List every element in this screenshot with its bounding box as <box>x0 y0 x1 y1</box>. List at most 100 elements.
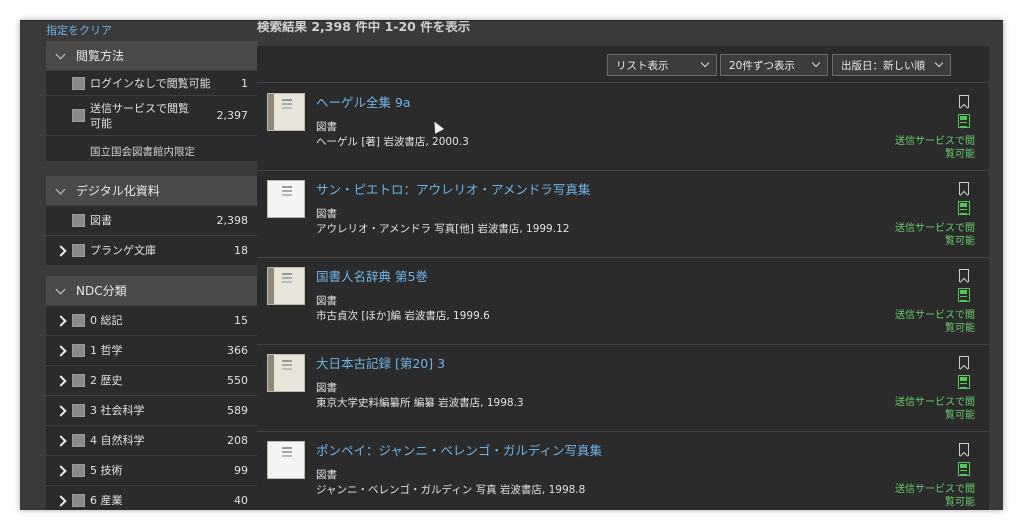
facet-item-ndc-3[interactable]: 3 社会科学 589 <box>46 395 258 425</box>
checkbox[interactable] <box>72 214 85 227</box>
book-thumbnail[interactable] <box>267 180 305 218</box>
facet-title: デジタル化資料 <box>76 184 160 198</box>
chevron-down-icon <box>811 58 821 68</box>
book-thumbnail[interactable] <box>267 441 305 479</box>
facet-item-label: 6 産業 <box>90 494 123 507</box>
checkbox[interactable] <box>72 344 85 357</box>
facet-item-label: 1 哲学 <box>90 344 123 357</box>
chevron-right-icon[interactable] <box>56 244 70 258</box>
result-title-link[interactable]: 国書人名辞典 第5巻 <box>316 266 428 285</box>
results-toolbar: リスト表示 20件ずつ表示 出版日：新しい順 <box>257 46 989 83</box>
facet-item-count: 208 <box>227 434 248 447</box>
view-mode-select[interactable]: リスト表示 <box>607 54 717 76</box>
facet-header-ndc[interactable]: NDC分類 <box>46 276 258 305</box>
facet-item-count: 40 <box>234 494 248 507</box>
digital-viewer-icon[interactable] <box>958 288 970 302</box>
facet-item-ndc-4[interactable]: 4 自然科学 208 <box>46 425 258 455</box>
app-window: 指定をクリア 閲覧方法 ログインなしで閲覧可能 1 送信サービスで閲覧可能 2,… <box>20 20 1003 510</box>
book-thumbnail[interactable] <box>267 267 305 305</box>
availability-label: 送信サービスで閲覧可能 <box>895 136 975 160</box>
facet-header-digitized[interactable]: デジタル化資料 <box>46 176 258 205</box>
facet-header-access-method[interactable]: 閲覧方法 <box>46 41 258 70</box>
per-page-select[interactable]: 20件ずつ表示 <box>720 54 828 76</box>
digital-viewer-icon[interactable] <box>958 462 970 476</box>
checkbox[interactable] <box>72 404 85 417</box>
facet-item-count: 366 <box>227 344 248 357</box>
bookmark-icon[interactable] <box>959 356 969 369</box>
chevron-right-icon[interactable] <box>56 374 70 388</box>
chevron-right-icon[interactable] <box>56 494 70 508</box>
result-title-link[interactable]: 大日本古記録 [第20] 3 <box>316 353 445 372</box>
facet-item-count: 589 <box>227 404 248 417</box>
result-item: サン・ピエトロ：アウレリオ・アメンドラ写真集 図書 アウレリオ・アメンドラ 写真… <box>257 171 989 258</box>
result-material-type: 図書 <box>316 469 337 481</box>
checkbox[interactable] <box>72 109 85 122</box>
facet-item-count: 2,397 <box>216 109 249 122</box>
checkbox[interactable] <box>72 76 85 90</box>
result-metadata: 東京大学史料編纂所 編纂 岩波書店, 1998.3 <box>316 397 524 409</box>
facet-item-count: 15 <box>234 314 248 327</box>
facet-item-label: 図書 <box>90 214 112 227</box>
facet-item-count: 550 <box>227 374 248 387</box>
facet-item-ndc-6[interactable]: 6 産業 40 <box>46 485 258 510</box>
digital-viewer-icon[interactable] <box>958 375 970 389</box>
result-metadata: 市古貞次 [ほか]編 岩波書店, 1999.6 <box>316 310 490 322</box>
checkbox[interactable] <box>72 464 85 477</box>
result-item: ヘーゲル全集 9a 図書 ヘーゲル [著] 岩波書店, 2000.3 送信サービ… <box>257 84 989 171</box>
clear-filters-link[interactable]: 指定をクリア <box>46 22 112 38</box>
book-thumbnail[interactable] <box>267 93 305 131</box>
result-title-link[interactable]: サン・ピエトロ：アウレリオ・アメンドラ写真集 <box>316 179 590 198</box>
facet-item-label: 0 総記 <box>90 314 123 327</box>
facet-item-ndc-0[interactable]: 0 総記 15 <box>46 305 258 335</box>
chevron-right-icon[interactable] <box>56 344 70 358</box>
checkbox[interactable] <box>72 244 85 257</box>
facet-item-ndc-1[interactable]: 1 哲学 366 <box>46 335 258 365</box>
chevron-down-icon <box>700 58 710 68</box>
facet-item-count: 18 <box>234 244 248 257</box>
result-title-link[interactable]: ポンペイ：ジャンニ・ベレンゴ・ガルディン写真集 <box>316 440 602 459</box>
facet-access-method: 閲覧方法 ログインなしで閲覧可能 1 送信サービスで閲覧可能 2,397 国立国… <box>46 41 258 161</box>
bookmark-icon[interactable] <box>959 182 969 195</box>
bookmark-icon[interactable] <box>959 443 969 456</box>
facet-item-prange[interactable]: プランゲ文庫 18 <box>46 235 258 265</box>
result-item: 大日本古記録 [第20] 3 図書 東京大学史料編纂所 編纂 岩波書店, 199… <box>257 345 989 432</box>
result-metadata: アウレリオ・アメンドラ 写真[他] 岩波書店, 1999.12 <box>316 223 570 235</box>
sort-select[interactable]: 出版日：新しい順 <box>832 54 951 76</box>
result-metadata: ヘーゲル [著] 岩波書店, 2000.3 <box>316 136 469 148</box>
bookmark-icon[interactable] <box>959 95 969 108</box>
result-material-type: 図書 <box>316 208 337 220</box>
chevron-right-icon[interactable] <box>56 464 70 478</box>
result-title-link[interactable]: ヘーゲル全集 9a <box>316 92 411 111</box>
facet-item-login-free[interactable]: ログインなしで閲覧可能 1 <box>46 70 258 95</box>
availability-label: 送信サービスで閲覧可能 <box>895 484 975 508</box>
facet-title: NDC分類 <box>76 284 127 298</box>
checkbox[interactable] <box>72 494 85 507</box>
checkbox[interactable] <box>72 434 85 447</box>
select-value: 出版日：新しい順 <box>841 59 925 72</box>
select-value: 20件ずつ表示 <box>729 59 795 72</box>
result-material-type: 図書 <box>316 382 337 394</box>
digital-viewer-icon[interactable] <box>958 114 970 128</box>
availability-label: 送信サービスで閲覧可能 <box>895 310 975 334</box>
facet-note: 国立国会図書館内限定 <box>46 135 258 161</box>
facet-item-label: 3 社会科学 <box>90 404 145 417</box>
facet-item-ndc-5[interactable]: 5 技術 99 <box>46 455 258 485</box>
facet-item-ndc-2[interactable]: 2 歴史 550 <box>46 365 258 395</box>
checkbox[interactable] <box>72 314 85 327</box>
result-material-type: 図書 <box>316 121 337 133</box>
chevron-right-icon[interactable] <box>56 404 70 418</box>
facet-ndc: NDC分類 0 総記 15 1 哲学 366 2 歴史 550 3 社会科学 5… <box>46 276 258 510</box>
chevron-right-icon[interactable] <box>56 434 70 448</box>
chevron-right-icon[interactable] <box>56 314 70 328</box>
book-thumbnail[interactable] <box>267 354 305 392</box>
bookmark-icon[interactable] <box>959 269 969 282</box>
facet-item-label: プランゲ文庫 <box>90 244 156 257</box>
results-summary: 検索結果 2,398 件中 1-20 件を表示 <box>257 20 471 34</box>
facet-title: 閲覧方法 <box>76 49 125 63</box>
results-panel: リスト表示 20件ずつ表示 出版日：新しい順 ヘーゲル全集 9a 図書 ヘーゲル… <box>257 46 989 510</box>
facet-item-transmission-service[interactable]: 送信サービスで閲覧可能 2,397 <box>46 95 258 135</box>
facet-item-books[interactable]: 図書 2,398 <box>46 205 258 235</box>
checkbox[interactable] <box>72 374 85 387</box>
digital-viewer-icon[interactable] <box>958 201 970 215</box>
facet-item-label: 5 技術 <box>90 464 123 477</box>
